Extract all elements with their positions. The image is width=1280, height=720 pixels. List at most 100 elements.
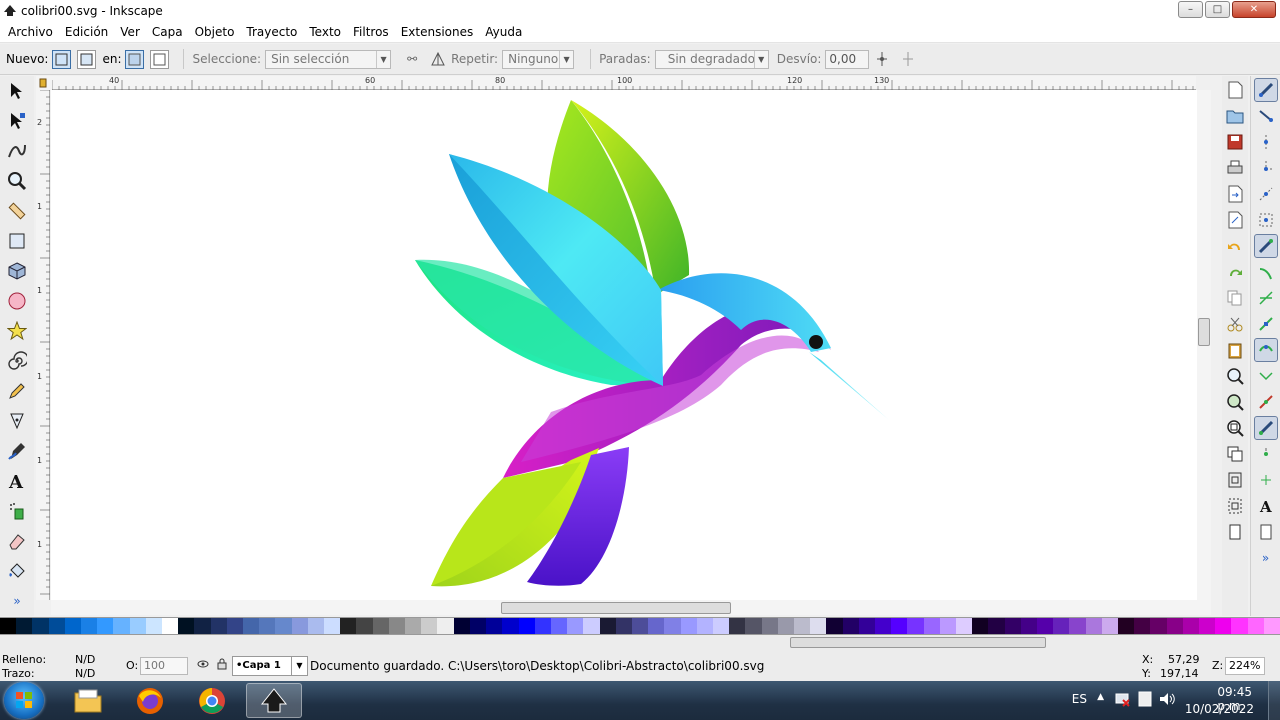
menu-filtros[interactable]: Filtros [347,25,395,39]
palette-swatch[interactable] [874,618,892,634]
tweak-tool[interactable] [2,136,32,166]
reverse-gradient-icon[interactable] [429,50,447,68]
palette-swatch[interactable] [324,618,341,634]
palette-swatch[interactable] [842,618,859,634]
opacity-spinbox[interactable]: 100 [140,657,188,675]
snap-page-border-icon[interactable] [1254,520,1278,544]
palette-swatch[interactable] [469,618,487,634]
palette-swatch[interactable] [210,618,227,634]
snap-grid-icon[interactable] [1254,468,1278,492]
stroke-value[interactable]: N/D [75,667,95,680]
horizontal-ruler[interactable]: 40 60 80 100 120 130 [51,76,1196,90]
firefox-taskbar-button[interactable] [122,683,178,718]
palette-swatch[interactable] [583,618,600,634]
palette-swatch[interactable] [648,618,665,634]
palette-swatch[interactable] [178,618,195,634]
palette-swatch[interactable] [291,618,308,634]
cut-icon[interactable] [1224,312,1246,336]
inkscape-taskbar-button[interactable] [246,683,302,718]
undo-icon[interactable] [1224,234,1246,258]
measure-tool[interactable] [2,196,32,226]
star-tool[interactable] [2,316,32,346]
palette-swatch[interactable] [1004,618,1021,634]
palette-swatch[interactable] [1101,618,1119,634]
group-icon[interactable] [1224,468,1246,492]
palette-swatch[interactable] [826,618,843,634]
zoom-page-icon[interactable] [1224,416,1246,440]
repeat-combo[interactable]: Ninguno ▼ [502,49,575,69]
palette-swatch[interactable] [437,618,454,634]
zoom-tool[interactable] [2,166,32,196]
lock-icon[interactable] [217,658,227,673]
vertical-scroll-thumb[interactable] [1198,318,1210,346]
palette-swatch[interactable] [729,618,746,634]
palette-swatch[interactable] [615,618,632,634]
palette-swatch[interactable] [1020,618,1037,634]
palette-swatch[interactable] [48,618,65,634]
palette-swatch[interactable] [631,618,649,634]
3d-box-tool[interactable] [2,256,32,286]
minimize-button[interactable]: – [1178,1,1203,18]
palette-swatch[interactable] [567,618,584,634]
zoom-drawing-icon[interactable] [1224,390,1246,414]
menu-edicion[interactable]: Edición [59,25,114,39]
palette-swatch[interactable] [858,618,875,634]
add-stop-icon[interactable] [873,50,891,68]
close-button[interactable]: ✕ [1232,1,1276,18]
palette-swatch[interactable] [405,618,422,634]
paint-bucket-tool[interactable] [2,556,32,586]
snap-text-baseline-icon[interactable]: A [1254,494,1278,518]
show-desktop-button[interactable] [1268,681,1280,720]
menu-objeto[interactable]: Objeto [189,25,241,39]
snap-smooth-icon[interactable] [1253,338,1278,362]
palette-swatch[interactable] [550,618,568,634]
snap-toggle-icon[interactable] [1253,78,1278,102]
palette-swatch[interactable] [891,618,908,634]
palette-swatch[interactable] [810,618,827,634]
show-hidden-icons-icon[interactable]: ▲ [1097,692,1104,702]
palette-swatch[interactable] [696,618,713,634]
palette-swatch[interactable] [939,618,956,634]
calligraphy-tool[interactable] [2,436,32,466]
network-icon[interactable] [1114,691,1130,710]
palette-swatch[interactable] [1263,618,1280,634]
selector-tool[interactable] [2,76,32,106]
palette-swatch[interactable] [534,618,551,634]
bird-eye[interactable] [809,335,823,349]
menu-ayuda[interactable]: Ayuda [479,25,528,39]
palette-swatch[interactable] [275,618,292,634]
palette-swatch[interactable] [372,618,389,634]
palette-swatch[interactable] [129,618,146,634]
new-document-icon[interactable] [1224,78,1246,102]
palette-swatch[interactable] [162,618,179,634]
snap-bbox-center-icon[interactable] [1254,208,1278,232]
palette-swatch[interactable] [1085,618,1102,634]
node-tool[interactable] [2,106,32,136]
palette-swatch[interactable] [1166,618,1183,634]
horizontal-scrollbar[interactable] [51,600,1211,615]
expand-toolbox-icon[interactable]: » [2,586,32,616]
eraser-tool[interactable] [2,526,32,556]
palette-swatch[interactable] [745,618,762,634]
palette-swatch[interactable] [388,618,406,634]
palette-swatch[interactable] [955,618,973,634]
lock-icon[interactable]: ⚯ [403,50,421,68]
eye-icon[interactable] [197,658,209,673]
palette-swatch[interactable] [502,618,519,634]
offset-spinbox[interactable]: 0,00 [825,49,870,69]
ungroup-icon[interactable] [1224,494,1246,518]
menu-extensiones[interactable]: Extensiones [395,25,480,39]
radial-gradient-button[interactable] [77,49,97,69]
snap-midpoints-icon[interactable] [1254,364,1278,388]
palette-swatch[interactable] [453,618,470,634]
gradient-select-combo[interactable]: Sin selección ▼ [265,49,392,69]
linear-gradient-button[interactable] [52,49,72,69]
palette-swatch[interactable] [1053,618,1070,634]
palette-swatch[interactable] [988,618,1005,634]
palette-swatch[interactable] [243,618,260,634]
print-icon[interactable] [1224,156,1246,180]
export-icon[interactable] [1224,208,1246,232]
volume-icon[interactable] [1158,691,1176,710]
drawing-canvas[interactable] [51,90,1197,600]
bird-beak[interactable] [809,352,889,420]
